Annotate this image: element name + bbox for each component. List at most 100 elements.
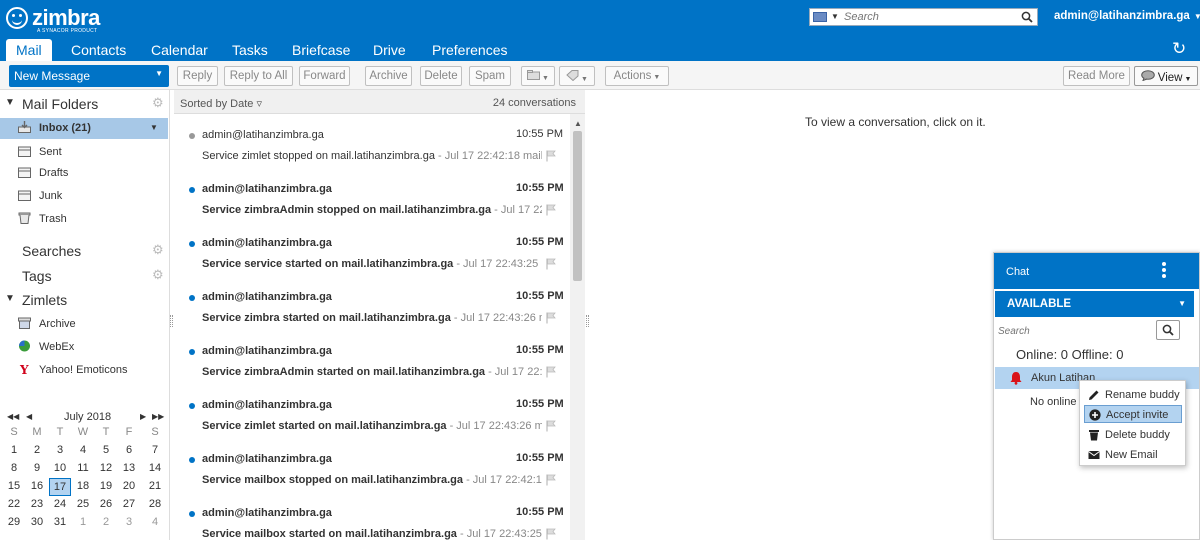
unread-dot-icon[interactable] [189, 403, 195, 409]
calendar-day[interactable]: 20 [118, 478, 140, 496]
zimbra-logo[interactable]: zimbra A SYNACOR PRODUCT [6, 5, 116, 34]
flag-icon[interactable] [546, 528, 556, 540]
calendar-day[interactable]: 17 [49, 478, 71, 496]
tag-button[interactable]: ▼ [559, 66, 595, 86]
search-icon[interactable] [1021, 11, 1033, 23]
calendar-day[interactable]: 18 [72, 478, 94, 496]
collapse-arrow-icon[interactable]: ▼ [5, 97, 15, 108]
menu-item-rename-buddy[interactable]: Rename buddy [1084, 386, 1182, 404]
sort-by-date[interactable]: Sorted by Date ▿ [180, 97, 262, 110]
calendar-day[interactable]: 8 [3, 460, 25, 478]
collapse-arrow-icon[interactable]: ▼ [5, 293, 15, 304]
calendar-day[interactable]: 28 [144, 496, 166, 514]
tab-contacts[interactable]: Contacts [61, 39, 136, 61]
tab-tasks[interactable]: Tasks [222, 39, 278, 61]
unread-dot-icon[interactable] [189, 187, 195, 193]
prev-year-icon[interactable]: ◀◀ [7, 412, 19, 421]
flag-icon[interactable] [546, 150, 556, 162]
chat-header[interactable]: Chat [994, 253, 1199, 289]
search-scope-mail-icon[interactable] [813, 12, 827, 22]
calendar-day[interactable]: 29 [3, 514, 25, 532]
calendar-day[interactable]: 22 [3, 496, 25, 514]
calendar-day[interactable]: 24 [49, 496, 71, 514]
list-resize-handle[interactable] [586, 315, 589, 327]
message-row[interactable]: admin@latihanzimbra.ga 10:55 PM Service zi… [174, 173, 569, 227]
chevron-down-icon[interactable]: ▼ [155, 69, 163, 78]
calendar-day[interactable]: 2 [26, 442, 48, 460]
flag-icon[interactable] [546, 204, 556, 216]
tags-header[interactable]: Tags ⚙ [0, 266, 170, 288]
actions-button[interactable]: Actions ▼ [605, 66, 669, 86]
unread-dot-icon[interactable] [189, 511, 195, 517]
calendar-day[interactable]: 7 [144, 442, 166, 460]
next-month-icon[interactable]: ▶ [140, 412, 146, 421]
gear-icon[interactable]: ⚙ [152, 242, 164, 258]
flag-icon[interactable] [546, 420, 556, 432]
search-input[interactable] [844, 10, 1020, 24]
calendar-day[interactable]: 16 [26, 478, 48, 496]
archive-button[interactable]: Archive [365, 66, 412, 86]
calendar-day[interactable]: 4 [144, 514, 166, 532]
message-row[interactable]: admin@latihanzimbra.ga 10:55 PM Service zi… [174, 389, 569, 443]
gear-icon[interactable]: ⚙ [152, 95, 164, 111]
calendar-day[interactable]: 1 [72, 514, 94, 532]
calendar-day[interactable]: 13 [118, 460, 140, 478]
menu-item-accept-invite[interactable]: Accept invite [1084, 405, 1182, 423]
tab-drive[interactable]: Drive [363, 39, 416, 61]
calendar-day[interactable]: 25 [72, 496, 94, 514]
delete-button[interactable]: Delete [420, 66, 462, 86]
calendar-day[interactable]: 11 [72, 460, 94, 478]
sidebar-resize-handle[interactable] [170, 315, 173, 327]
calendar-day[interactable]: 15 [3, 478, 25, 496]
mail-folders-header[interactable]: ▼ Mail Folders ⚙ [0, 94, 170, 116]
flag-icon[interactable] [546, 366, 556, 378]
tab-briefcase[interactable]: Briefcase [282, 39, 360, 61]
calendar-day[interactable]: 2 [95, 514, 117, 532]
chat-search-input[interactable] [995, 322, 1155, 340]
search-field[interactable]: ▼ [809, 8, 1038, 26]
refresh-icon[interactable]: ↻ [1172, 39, 1186, 59]
unread-dot-icon[interactable] [189, 457, 195, 463]
calendar-day[interactable]: 3 [118, 514, 140, 532]
calendar-day[interactable]: 10 [49, 460, 71, 478]
calendar-day[interactable]: 9 [26, 460, 48, 478]
searches-header[interactable]: Searches ⚙ [0, 241, 170, 263]
zimlet-item-webex[interactable]: WebEx [0, 337, 168, 358]
calendar-day[interactable]: 14 [144, 460, 166, 478]
menu-item-new-email[interactable]: New Email [1084, 446, 1182, 464]
chevron-down-icon[interactable]: ▼ [831, 12, 839, 21]
message-row[interactable]: admin@latihanzimbra.ga 10:55 PM Service ma… [174, 497, 569, 540]
unread-dot-icon[interactable] [189, 133, 195, 139]
calendar-day[interactable]: 26 [95, 496, 117, 514]
sidebar-item-junk[interactable]: Junk [0, 186, 168, 207]
unread-dot-icon[interactable] [189, 295, 195, 301]
calendar-day[interactable]: 6 [118, 442, 140, 460]
chat-status-dropdown[interactable]: AVAILABLE ▼ [995, 291, 1194, 317]
gear-icon[interactable]: ⚙ [152, 267, 164, 283]
flag-icon[interactable] [546, 258, 556, 270]
flag-icon[interactable] [546, 312, 556, 324]
flag-icon[interactable] [546, 474, 556, 486]
reply-all-button[interactable]: Reply to All [224, 66, 293, 86]
message-row[interactable]: admin@latihanzimbra.ga 10:55 PM Service zi… [174, 281, 569, 335]
chevron-down-icon[interactable]: ▼ [150, 123, 158, 132]
message-row[interactable]: admin@latihanzimbra.ga 10:55 PM Service ma… [174, 443, 569, 497]
message-row[interactable]: admin@latihanzimbra.ga 10:55 PM Service zi… [174, 335, 569, 389]
zimlet-item-archive[interactable]: Archive [0, 314, 168, 335]
move-button[interactable]: ▼ [521, 66, 555, 86]
calendar-day[interactable]: 23 [26, 496, 48, 514]
tab-mail[interactable]: Mail [6, 39, 52, 61]
read-more-button[interactable]: Read More [1063, 66, 1130, 86]
calendar-day[interactable]: 1 [3, 442, 25, 460]
scrollbar[interactable]: ▲ [570, 114, 585, 540]
user-menu[interactable]: admin@latihanzimbra.ga ▼ [1054, 10, 1200, 22]
sidebar-item-drafts[interactable]: Drafts [0, 163, 168, 184]
unread-dot-icon[interactable] [189, 349, 195, 355]
tab-calendar[interactable]: Calendar [141, 39, 218, 61]
sidebar-item-sent[interactable]: Sent [0, 142, 168, 163]
scroll-up-icon[interactable]: ▲ [574, 119, 582, 128]
sidebar-item-inbox[interactable]: Inbox (21) ▼ [0, 118, 168, 139]
forward-button[interactable]: Forward [299, 66, 350, 86]
calendar-day[interactable]: 12 [95, 460, 117, 478]
calendar-day[interactable]: 27 [118, 496, 140, 514]
